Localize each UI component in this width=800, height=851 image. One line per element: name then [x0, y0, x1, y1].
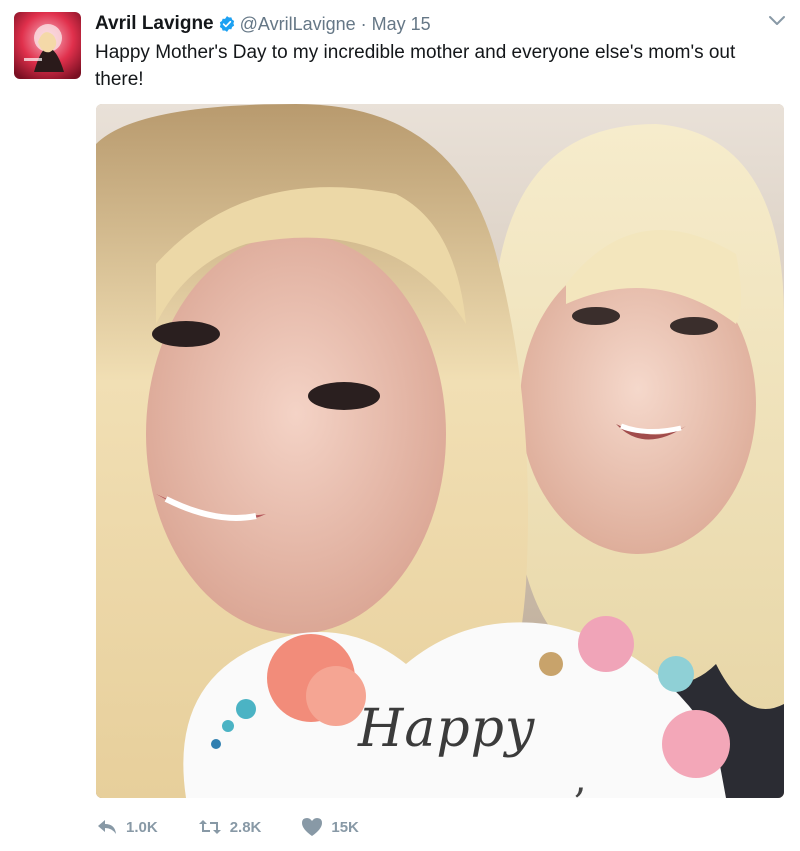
- tweet-text: Happy Mother's Day to my incredible moth…: [95, 42, 736, 90]
- avatar[interactable]: [14, 12, 81, 79]
- retweet-button[interactable]: 2.8K: [198, 818, 262, 836]
- display-name[interactable]: Avril Lavigne: [95, 13, 214, 35]
- verified-badge-icon: [218, 15, 236, 33]
- like-count: 15K: [331, 818, 359, 836]
- timestamp[interactable]: May 15: [372, 14, 431, 35]
- tweet-photo[interactable]: , Happy: [96, 104, 784, 798]
- handle[interactable]: @AvrilLavigne: [240, 14, 356, 35]
- retweet-count: 2.8K: [229, 818, 262, 836]
- svg-text:,: ,: [574, 756, 587, 798]
- heart-icon: [301, 817, 323, 837]
- chevron-down-icon[interactable]: [768, 14, 786, 26]
- retweet-icon: [198, 818, 222, 836]
- tweet-actions: 1.0K 2.8K 15K: [96, 815, 399, 839]
- tweet: Avril Lavigne @AvrilLavigne · May 15 Hap…: [0, 0, 800, 851]
- separator: ·: [360, 13, 367, 34]
- reply-icon: [96, 818, 118, 836]
- like-button[interactable]: 15K: [301, 817, 359, 837]
- photo-caption-text: Happy: [358, 699, 536, 759]
- tweet-header: Avril Lavigne @AvrilLavigne · May 15: [95, 11, 431, 37]
- reply-count: 1.0K: [126, 818, 158, 836]
- reply-button[interactable]: 1.0K: [96, 818, 158, 836]
